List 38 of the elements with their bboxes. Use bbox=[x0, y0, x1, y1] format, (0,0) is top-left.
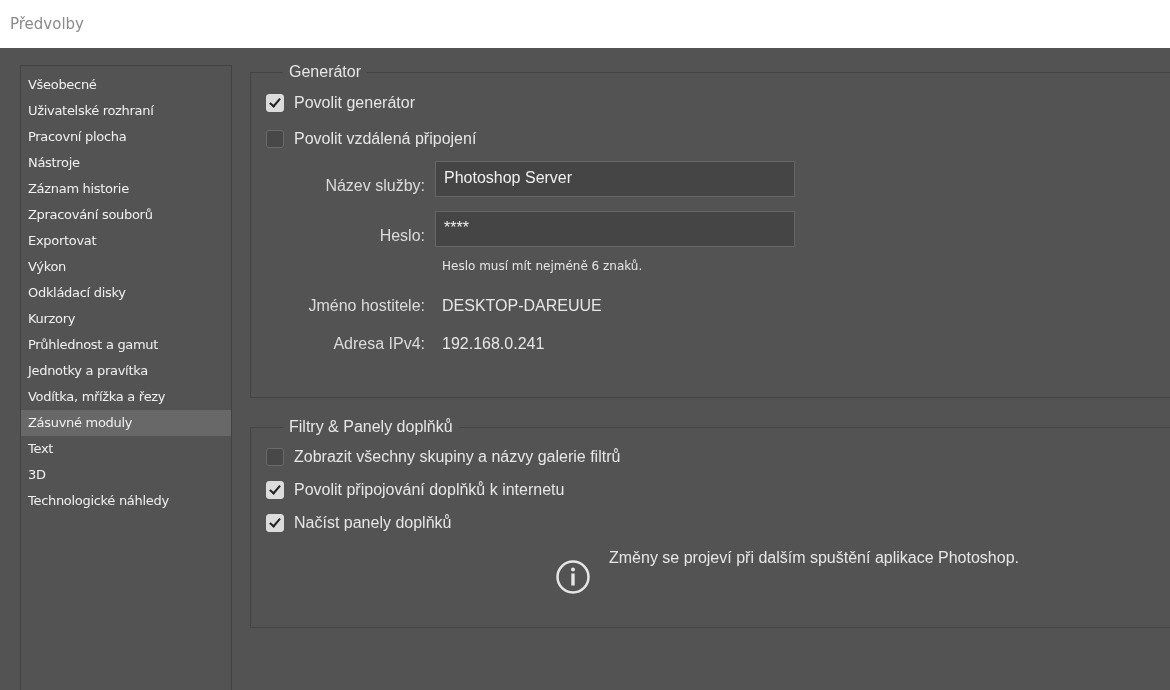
field-label: Název služby: bbox=[324, 177, 425, 195]
info-value: 192.168.0.241 bbox=[441, 334, 546, 354]
info-label: Jméno hostitele: bbox=[307, 296, 425, 316]
field-label: Heslo: bbox=[378, 227, 425, 245]
hint-text: Heslo musí mít nejméně 6 znaků. bbox=[441, 259, 644, 273]
group-title: Generátor bbox=[288, 63, 363, 81]
sidebar-item[interactable]: Kurzory bbox=[21, 306, 231, 332]
window-title: Předvolby bbox=[10, 15, 84, 33]
sidebar-item[interactable]: Text bbox=[21, 436, 231, 462]
sidebar-item[interactable]: Pracovní plocha bbox=[21, 124, 231, 150]
checkbox-label: Načíst panely doplňků bbox=[294, 513, 452, 532]
sidebar-item[interactable]: Záznam historie bbox=[21, 176, 231, 202]
input-field[interactable]: Photoshop Server bbox=[435, 161, 795, 197]
checkbox[interactable] bbox=[266, 130, 284, 148]
checkbox-label: Povolit připojování doplňků k internetu bbox=[294, 480, 565, 499]
sidebar-item[interactable]: 3D bbox=[21, 462, 231, 488]
checkbox-label: Povolit generátor bbox=[294, 94, 415, 112]
sidebar-item[interactable]: Vodítka, mřížka a řezy bbox=[21, 384, 231, 410]
checkbox-label: Zobrazit všechny skupiny a názvy galerie filtrů bbox=[294, 447, 621, 466]
sidebar-item[interactable]: Zpracování souborů bbox=[21, 202, 231, 228]
notice-text: Změny se projeví při dalším spuštění aplikace Photoshop. bbox=[609, 549, 1019, 567]
sidebar-item[interactable]: Zásuvné moduly bbox=[21, 410, 231, 436]
input-field[interactable]: **** bbox=[435, 211, 795, 247]
sidebar-item[interactable]: Nástroje bbox=[21, 150, 231, 176]
info-value: DESKTOP-DAREUUE bbox=[441, 296, 603, 316]
sidebar-item[interactable]: Exportovat bbox=[21, 228, 231, 254]
info-label: Adresa IPv4: bbox=[332, 334, 425, 354]
checkbox[interactable] bbox=[266, 447, 284, 466]
sidebar-item[interactable]: Výkon bbox=[21, 254, 231, 280]
group-title: Filtry & Panely doplňků bbox=[288, 418, 454, 436]
checkbox-label: Povolit vzdálená připojení bbox=[294, 130, 477, 148]
info-icon bbox=[555, 559, 591, 595]
sidebar-item[interactable]: Všeobecné bbox=[21, 72, 231, 98]
sidebar-item[interactable]: Technologické náhledy bbox=[21, 488, 231, 514]
sidebar-item[interactable]: Jednotky a pravítka bbox=[21, 358, 231, 384]
sidebar-item[interactable]: Uživatelské rozhraní bbox=[21, 98, 231, 124]
sidebar-item[interactable]: Průhlednost a gamut bbox=[21, 332, 231, 358]
sidebar-item[interactable]: Odkládací disky bbox=[21, 280, 231, 306]
